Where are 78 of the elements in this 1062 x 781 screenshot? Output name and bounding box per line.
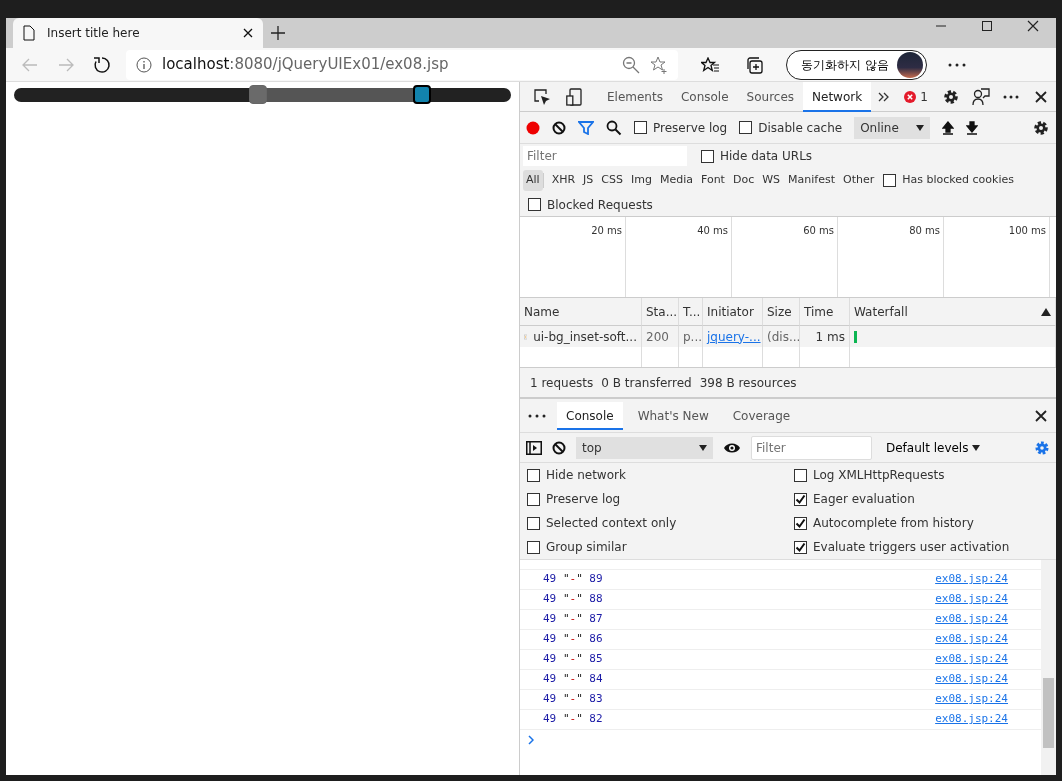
summary-text: 1 requests <box>530 374 594 392</box>
source-link[interactable]: ex08.jsp:24 <box>935 651 1008 668</box>
filter-field[interactable]: Filter <box>751 435 872 460</box>
timeline-tick: 60 ms <box>803 225 834 236</box>
checkbox-label: Log XMLHttpRequests <box>813 467 945 484</box>
timeline-tick: 100 ms <box>1008 225 1046 236</box>
checkbox-label: Hide network <box>546 467 626 484</box>
throttle-select[interactable]: Online <box>854 116 931 139</box>
log-message: 49 "-" 84 <box>543 671 603 688</box>
checkbox-label: Group similar <box>546 539 627 556</box>
type-filter[interactable]: Doc <box>729 170 758 191</box>
type-filter[interactable]: Font <box>698 170 728 191</box>
browser-tab[interactable]: Insert title here <box>13 18 263 48</box>
checkbox-label: Evaluate triggers user activation <box>813 539 1010 556</box>
column-header: Sta... <box>646 303 678 321</box>
source-link[interactable]: ex08.jsp:24 <box>935 571 1008 588</box>
checkbox-label: Eager evaluation <box>813 491 915 508</box>
table-cell-text: p... <box>683 328 703 346</box>
devtools-tab[interactable]: Sources <box>737 81 804 112</box>
log-message: 49 "-" 87 <box>543 611 603 628</box>
devtools-tab[interactable]: Console <box>671 81 738 112</box>
table-cell-text: 1 ms <box>815 328 845 346</box>
type-filter[interactable]: Manifest <box>785 170 838 191</box>
checkbox-label: Has blocked cookies <box>902 172 1014 189</box>
levels-dropdown[interactable]: Default levels <box>886 438 981 457</box>
devtools-tab[interactable]: Network <box>803 81 872 112</box>
source-link[interactable]: ex08.jsp:24 <box>935 591 1008 608</box>
log-message: 49 "-" 88 <box>543 591 603 608</box>
log-message: 49 "-" 85 <box>543 651 603 668</box>
table-cell-text: (dis... <box>767 328 801 346</box>
timeline-tick: 20 ms <box>591 225 622 236</box>
timeline-tick: 80 ms <box>909 225 940 236</box>
checkbox-label: Disable cache <box>758 119 843 137</box>
checkbox-label: Autocomplete from history <box>813 515 974 532</box>
tab-title: Insert title here <box>47 25 141 42</box>
drawer-tab[interactable]: Console <box>557 401 623 430</box>
summary-text: 0 B transferred <box>601 374 692 392</box>
checkbox-label: Preserve log <box>653 119 728 137</box>
type-filter[interactable]: WS <box>759 170 784 191</box>
log-message: 49 "-" 82 <box>543 711 603 728</box>
column-header: Size <box>767 303 792 321</box>
drawer-tab[interactable]: Coverage <box>723 401 800 430</box>
type-filter[interactable]: All <box>523 170 543 191</box>
type-filter[interactable]: Img <box>628 170 655 191</box>
address-bar[interactable]: localhost:8080/jQueryUIEx01/ex08.jsp <box>126 49 678 80</box>
log-message: 49 "-" 86 <box>543 631 603 648</box>
log-message: 49 "-" 89 <box>543 571 603 588</box>
type-filter[interactable]: CSS <box>598 170 626 191</box>
table-cell-text: ui-bg_inset-soft... <box>533 328 637 346</box>
column-header: Time <box>804 303 834 321</box>
type-filter[interactable]: Media <box>656 170 696 191</box>
context-select[interactable]: top <box>576 436 713 459</box>
error-count: 1 <box>920 88 928 106</box>
summary-text: 398 B resources <box>699 374 797 392</box>
log-message: 49 "-" 83 <box>543 691 603 708</box>
drawer-tab[interactable]: What's New <box>628 401 718 430</box>
source-link[interactable]: ex08.jsp:24 <box>935 671 1008 688</box>
devtools-tab[interactable]: Elements <box>598 81 672 112</box>
source-link[interactable]: ex08.jsp:24 <box>935 711 1008 728</box>
checkbox-label: Hide data URLs <box>720 148 813 165</box>
url-text: localhost:8080/jQueryUIEx01/ex08.jsp <box>162 54 450 76</box>
type-filter[interactable]: Other <box>840 170 878 191</box>
source-link[interactable]: ex08.jsp:24 <box>935 611 1008 628</box>
type-filter[interactable]: JS <box>580 170 597 191</box>
source-link[interactable]: ex08.jsp:24 <box>935 691 1008 708</box>
type-filter[interactable]: XHR <box>548 170 579 191</box>
profile-button[interactable]: 동기화하지 않음 <box>786 49 927 80</box>
timeline-tick: 40 ms <box>697 225 728 236</box>
checkbox-label: Preserve log <box>546 491 621 508</box>
column-header: T... <box>683 303 701 321</box>
column-header: Waterfall <box>854 303 908 321</box>
column-header: Initiator <box>707 303 754 321</box>
table-cell-text: 200 <box>646 328 669 346</box>
filter-field[interactable]: Filter <box>523 146 687 166</box>
checkbox-label: Selected context only <box>546 515 677 532</box>
column-header: Name <box>524 303 560 321</box>
checkbox-label: Blocked Requests <box>547 196 653 214</box>
source-link[interactable]: ex08.jsp:24 <box>935 631 1008 648</box>
